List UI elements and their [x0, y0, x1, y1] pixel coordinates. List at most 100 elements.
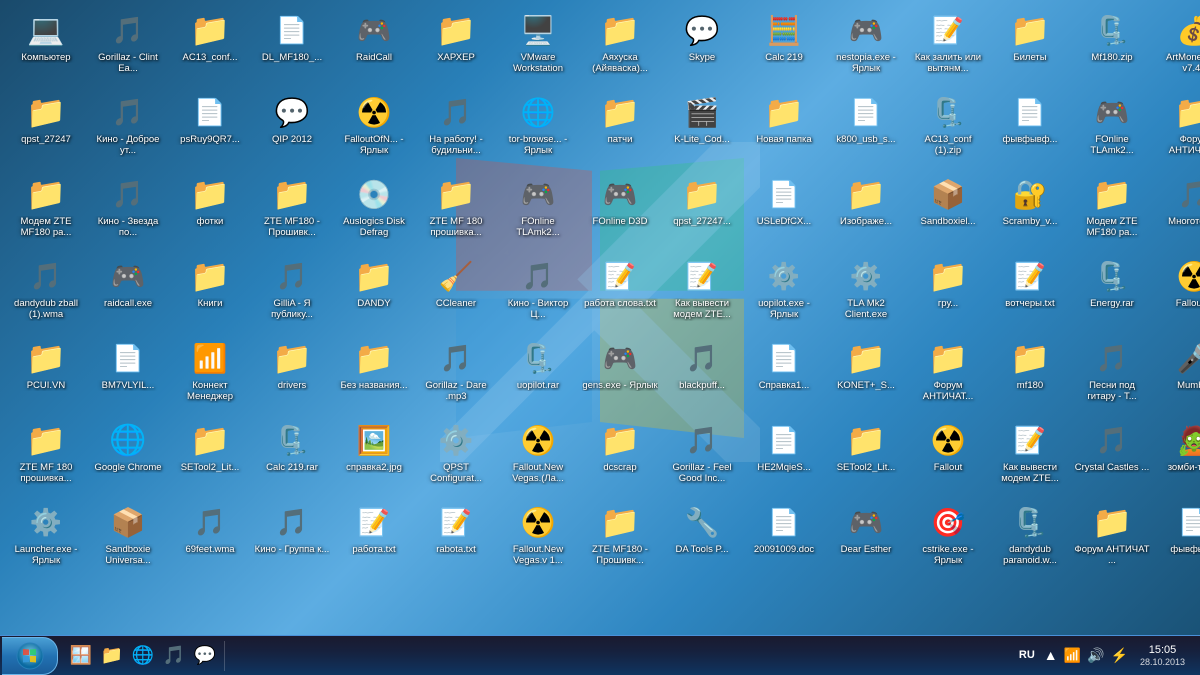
icon-gorillaz-dare[interactable]: 🎵Gorillaz - Dare .mp3: [416, 334, 496, 414]
icon-pesni[interactable]: 🎵Песни под гитару - Т...: [1072, 334, 1152, 414]
icon-k800[interactable]: 📄k800_usb_s...: [826, 88, 906, 168]
icon-scramby[interactable]: 🔐Scramby_v...: [990, 170, 1070, 250]
icon-qip2012[interactable]: 💬QIP 2012: [252, 88, 332, 168]
icon-calc219[interactable]: 🗜️Calc 219.rar: [252, 416, 332, 496]
icon-raidcall2[interactable]: 🎮RaidCall: [334, 6, 414, 86]
icon-connect[interactable]: 📶Коннект Менеджер: [170, 334, 250, 414]
icon-gruppa[interactable]: 📁гру...: [908, 252, 988, 332]
icon-dandydub-rar[interactable]: 🗜️dandydub paranoid.w...: [990, 498, 1070, 578]
icon-dandydub[interactable]: 🎵dandydub zball (1).wma: [6, 252, 86, 332]
icon-mnogtochie[interactable]: 🎵Многоточие: [1154, 170, 1200, 250]
icon-energy[interactable]: 🗜️Energy.rar: [1072, 252, 1152, 332]
icon-setool2-2[interactable]: 📁SETool2_Lit...: [826, 416, 906, 496]
icon-drivers[interactable]: 📁drivers: [252, 334, 332, 414]
icon-he2m[interactable]: 📄HE2MqieS...: [744, 416, 824, 496]
icon-gorillaz-feel[interactable]: 🎵Gorillaz - Feel Good Inc...: [662, 416, 742, 496]
icon-auslogics[interactable]: 💿Auslogics Disk Defrag: [334, 170, 414, 250]
icon-fyvfyvb[interactable]: 📄фывфыв...: [1154, 498, 1200, 578]
icon-mumble[interactable]: 🎤Mumble: [1154, 334, 1200, 414]
icon-nestopia[interactable]: 🎮nestopia.exe - Ярлык: [826, 6, 906, 86]
icon-fallout[interactable]: ☢️Fallout: [908, 416, 988, 496]
icon-ac13[interactable]: 📁AC13_conf...: [170, 6, 250, 86]
icon-launcher[interactable]: ⚙️Launcher.exe - Ярлык: [6, 498, 86, 578]
icon-cstrike[interactable]: 🎯cstrike.exe - Ярлык: [908, 498, 988, 578]
icon-mf180-zip[interactable]: 🗜️Mf180.zip: [1072, 6, 1152, 86]
explorer-button[interactable]: 📁: [98, 642, 126, 670]
icon-forum-antichat1[interactable]: 📁Форум АНТИЧАТ...: [908, 334, 988, 414]
icon-artmoney[interactable]: 💰ArtMoney SE v7.41: [1154, 6, 1200, 86]
icon-klite[interactable]: 🎬K-Lite_Cod...: [662, 88, 742, 168]
icon-kak-vyvesti[interactable]: 📝Как вывести модем ZTE...: [662, 252, 742, 332]
icon-xarher[interactable]: 📁ХАРХЕР: [416, 6, 496, 86]
icon-fonline-d3d[interactable]: 🎮FOnline D3D: [580, 170, 660, 250]
tray-expand-icon[interactable]: ▲: [1042, 645, 1060, 665]
icon-fallout-nv[interactable]: ☢️FalloutOfN... - Ярлык: [334, 88, 414, 168]
icon-sandboxie-exe[interactable]: 📦Sandboxiel...: [908, 170, 988, 250]
icon-dl-mf180[interactable]: 📄DL_MF180_...: [252, 6, 332, 86]
icon-raidcall[interactable]: 🎮raidcall.exe: [88, 252, 168, 332]
icon-zte-fw2[interactable]: 📁ZTE MF 180 прошивка...: [416, 170, 496, 250]
icon-pcui[interactable]: 📁PCUI.VN: [6, 334, 86, 414]
icon-skype[interactable]: 💬Skype: [662, 6, 742, 86]
icon-modem-zte[interactable]: 📁Модем ZTE MF180 ра...: [6, 170, 86, 250]
icon-dandy[interactable]: 📁DANDY: [334, 252, 414, 332]
icon-ac13-zip[interactable]: 🗜️AC13_conf (1).zip: [908, 88, 988, 168]
icon-blackpuff[interactable]: 🎵blackpuff...: [662, 334, 742, 414]
icon-kak-vyvesti2[interactable]: 📝Как вывести модем ZTE...: [990, 416, 1070, 496]
icon-dear-esther[interactable]: 🎮Dear Esther: [826, 498, 906, 578]
icon-gens[interactable]: 🎮gens.exe - Ярлык: [580, 334, 660, 414]
icon-kino-zvezda[interactable]: 🎵Кино - Звезда по...: [88, 170, 168, 250]
media-player-button[interactable]: 🎵: [160, 642, 188, 670]
icon-fonline1[interactable]: 🎮FOnline TLAmk2...: [498, 170, 578, 250]
icon-da-tools[interactable]: 🔧DA Tools P...: [662, 498, 742, 578]
icon-uopilot-rar[interactable]: 🗜️uopilot.rar: [498, 334, 578, 414]
icon-novaya-papka[interactable]: 📁Новая папка: [744, 88, 824, 168]
battery-tray-icon[interactable]: ⚡: [1109, 645, 1130, 666]
icon-kino-viktor[interactable]: 🎵Кино - Виктор Ц...: [498, 252, 578, 332]
icon-zombi[interactable]: 🧟зомби-тай...: [1154, 416, 1200, 496]
show-desktop-button[interactable]: 🪟: [67, 642, 95, 670]
icon-forum2[interactable]: 📁Форум АНТИЧАТ ...: [1072, 498, 1152, 578]
icon-ayaxuska[interactable]: 📁Аяхуска (Айяваска)...: [580, 6, 660, 86]
icon-fotki[interactable]: 📁фотки: [170, 170, 250, 250]
network-tray-icon[interactable]: 📶: [1062, 645, 1083, 666]
icon-bm7[interactable]: 📄BM7VLYIL...: [88, 334, 168, 414]
icon-vmware[interactable]: 🖥️VMware Workstation: [498, 6, 578, 86]
icon-setool2[interactable]: 📁SETool2_Lit...: [170, 416, 250, 496]
icon-patchi[interactable]: 📁патчи: [580, 88, 660, 168]
sound-tray-icon[interactable]: 🔊: [1085, 645, 1106, 666]
icon-20091009[interactable]: 📄20091009.doc: [744, 498, 824, 578]
icon-sandboxie[interactable]: 📦Sandboxie Universa...: [88, 498, 168, 578]
icon-kino-gruppa[interactable]: 🎵Кино - Группа к...: [252, 498, 332, 578]
icon-uopilot-exe[interactable]: ⚙️uopilot.exe - Ярлык: [744, 252, 824, 332]
icon-fallout-nv-v1[interactable]: ☢️Fallout.New Vegas.v 1...: [498, 498, 578, 578]
icon-knigi[interactable]: 📁Книги: [170, 252, 250, 332]
icon-dcscrap[interactable]: 📁dcscrap: [580, 416, 660, 496]
icon-qpst2[interactable]: ⚙️QPST Configurat...: [416, 416, 496, 496]
icon-kak-zalit[interactable]: 📝Как залить или вытянм...: [908, 6, 988, 86]
language-indicator[interactable]: RU: [1014, 649, 1040, 661]
icon-zte-fw3[interactable]: 📁ZTE MF180 - Прошивк...: [580, 498, 660, 578]
icon-chrome[interactable]: 🌐Google Chrome: [88, 416, 168, 496]
icon-zte-mf180-1[interactable]: 📁ZTE MF 180 прошивка...: [6, 416, 86, 496]
icon-computer[interactable]: 💻Компьютер: [6, 6, 86, 86]
icon-vochery[interactable]: 📝вотчеры.txt: [990, 252, 1070, 332]
icon-ccleaner[interactable]: 🧹CCleaner: [416, 252, 496, 332]
icon-na-rabotu[interactable]: 🎵На работу! - будильни...: [416, 88, 496, 168]
icon-rabota[interactable]: 📝работа.txt: [334, 498, 414, 578]
icon-qpst3[interactable]: 📁qpst_27247...: [662, 170, 742, 250]
skype-taskbar-button[interactable]: 💬: [191, 642, 219, 670]
icon-bez-nazv[interactable]: 📁Без названия...: [334, 334, 414, 414]
icon-bilety[interactable]: 📁Билеты: [990, 6, 1070, 86]
icon-fallout-nv-las[interactable]: ☢️Fallout.New Vegas.(Лa...: [498, 416, 578, 496]
icon-rabota-slova[interactable]: 📝работа слова.txt: [580, 252, 660, 332]
icon-kino-dobroe[interactable]: 🎵Кино - Доброе ут...: [88, 88, 168, 168]
icon-spravka1[interactable]: 📄Справка1...: [744, 334, 824, 414]
icon-qpst[interactable]: 📁qpst_27247: [6, 88, 86, 168]
start-button[interactable]: [2, 637, 58, 675]
icon-fyvfyvf[interactable]: 📄фывфывф...: [990, 88, 1070, 168]
icon-69feet[interactable]: 🎵69feet.wma: [170, 498, 250, 578]
icon-modem-zte2[interactable]: 📁Модем ZTE MF180 ра...: [1072, 170, 1152, 250]
icon-calc219b[interactable]: 🧮Calc 219: [744, 6, 824, 86]
icon-izobrazh[interactable]: 📁Изображе...: [826, 170, 906, 250]
